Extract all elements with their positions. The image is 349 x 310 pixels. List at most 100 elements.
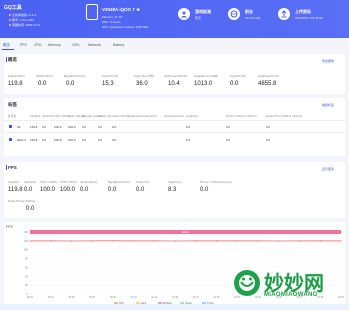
metric-value: 0.0 — [80, 187, 89, 193]
metric-label: Jank(/10min) — [36, 74, 54, 78]
phone-icon — [86, 4, 98, 20]
edit-label-link[interactable]: 编辑标签 — [322, 103, 334, 107]
metric-label: AvgCTemp(℃) — [134, 74, 154, 78]
column-header[interactable]: AvgInterFrame — [128, 114, 146, 118]
fps-data-point — [70, 240, 72, 242]
metric-label: AvgFTime — [168, 180, 182, 184]
metric-value: 15.3 — [102, 81, 114, 87]
fps-data-point — [236, 240, 238, 242]
title-accent — [6, 57, 7, 62]
tab-cpu[interactable]: CPU — [34, 43, 41, 47]
x-tick-label: 00:49 — [110, 296, 117, 299]
tab-overview[interactable]: 概览 — [3, 43, 10, 48]
metric-label: Stutter(%) — [136, 180, 150, 184]
fps-data-point — [112, 240, 114, 242]
column-header[interactable]: Stutter (%) — [98, 114, 111, 118]
network-icon — [228, 8, 240, 20]
tab-battery[interactable]: Battery — [113, 43, 124, 47]
device-title: V2049A iQOO 7 ★ — [102, 7, 141, 12]
label-band-text: label1 — [182, 230, 189, 234]
y-tick-label: 20 — [25, 283, 28, 287]
column-header[interactable]: Jank (/10min) — [112, 114, 129, 118]
metric-value: 0.0 — [66, 81, 75, 87]
fps-data-point — [29, 240, 31, 242]
stat-sub: 暂无 — [195, 16, 202, 20]
stat-label: 游戏检测 — [195, 9, 211, 14]
y-tick-label: 80 — [25, 257, 28, 261]
metric-value: 0.0 — [200, 187, 209, 193]
app-line: 到期时间: 2030.12.31 — [9, 23, 41, 27]
column-header[interactable]: AvgFPS — [30, 114, 40, 118]
column-header[interactable]: Delta FTime>100ms (/10min) — [266, 114, 302, 118]
active-tab-indicator — [2, 49, 14, 50]
metric-label: FPS>=25(%) — [60, 180, 78, 184]
table-cell: 0.0 — [112, 138, 117, 142]
stat-label: 前台 — [245, 9, 253, 14]
metric-value: 0.0 — [38, 81, 47, 87]
y-tick-label: 120 — [24, 239, 29, 243]
column-header[interactable]: AvgFTime — [186, 114, 199, 118]
site-watermark: 妙妙网 MIAOMIAOWANG — [232, 264, 347, 306]
watermark-logo-icon — [234, 270, 260, 296]
x-tick-label: 01:37 — [193, 296, 200, 299]
stat-label: 上传报告 — [295, 9, 311, 14]
metric-label: BigJank(/10min) — [64, 74, 86, 78]
x-tick-label: 00:13 — [48, 296, 55, 299]
x-tick-label: 00:37 — [89, 296, 96, 299]
app-header: GQ工具 全新体验版 v1.1.0 账号: 1.0.0.1234 到期时间: 2… — [0, 0, 349, 38]
fps-data-point — [299, 240, 301, 242]
table-cell: 0.0 — [82, 125, 87, 129]
x-tick-label: 00:25 — [68, 296, 75, 299]
tab-fps[interactable]: FPS — [20, 43, 27, 47]
label-table-title: 标签 — [8, 102, 17, 107]
row-name: label 1 — [17, 138, 26, 142]
row-checkbox[interactable] — [9, 138, 12, 141]
export-report-link[interactable]: 导出报告 — [322, 59, 334, 63]
metric-value: 119.8 — [8, 81, 23, 87]
fps-data-point — [91, 240, 93, 242]
metric-label: Delta FTime>100ms — [8, 199, 35, 203]
table-cell: 0.0 — [42, 125, 47, 129]
column-header[interactable]: AvgCInterFrame — [164, 114, 184, 118]
tab-network[interactable]: Network — [88, 43, 101, 47]
table-cell: 0.0 — [266, 125, 271, 129]
metric-value: 10.4 — [168, 81, 180, 87]
metric-label: AvgPower(mW) — [258, 74, 279, 78]
x-tick-label: 00:01 — [27, 296, 34, 299]
table-cell: 8.3 — [186, 138, 191, 142]
divider — [4, 120, 345, 121]
device-line: Memory: 11.7G — [102, 15, 123, 19]
show-more-link[interactable]: 显示更多 — [322, 167, 334, 171]
metric-label: AvgCPU(%) — [102, 74, 119, 78]
fps-data-point — [195, 240, 197, 242]
table-cell: 0.0 — [226, 125, 231, 129]
app-name: GQ工具 — [4, 5, 22, 11]
y-tick-label: 60 — [25, 265, 28, 269]
column-header[interactable]: 标签名 — [8, 114, 16, 118]
fps-data-point — [319, 240, 321, 242]
fps-data-point — [257, 240, 259, 242]
device-line: GPU: Qualcomm Adreno (TM) 650 — [102, 25, 149, 29]
metric-label: FTime>=100ms(/10min) — [200, 180, 232, 184]
metric-label: Jank(/10min) — [80, 180, 98, 184]
metric-label: AvgPower(W)(%) — [164, 74, 188, 78]
column-header[interactable]: Var(FPS) — [42, 114, 53, 118]
metric-value: 100.0 — [40, 187, 56, 193]
upload-icon — [278, 8, 290, 20]
table-cell: 0.0 — [82, 138, 87, 142]
column-header[interactable]: AvgCPU — [146, 114, 157, 118]
fps-data-point — [50, 240, 52, 242]
tab-gpu[interactable]: GPU — [72, 43, 80, 47]
column-header[interactable]: FTime>=100ms (/10min) — [226, 114, 257, 118]
fps-card: FPS 显示更多 AvgFPS 119.8 Var(FPS) 0.0 FPS>=18(%… — [4, 162, 345, 218]
tab-memory[interactable]: Memory — [48, 43, 61, 47]
table-cell: 100.0 — [68, 138, 76, 142]
row-name: All — [17, 125, 21, 129]
x-tick-label: 01:25 — [172, 296, 179, 299]
metric-value: 36.0 — [136, 81, 148, 87]
metric-value: 1013.0 — [194, 81, 213, 87]
table-cell: 0.0 — [112, 125, 117, 129]
chart-ylabel: FPS — [6, 225, 13, 229]
row-checkbox[interactable] — [9, 125, 12, 128]
fps-data-point — [174, 240, 176, 242]
